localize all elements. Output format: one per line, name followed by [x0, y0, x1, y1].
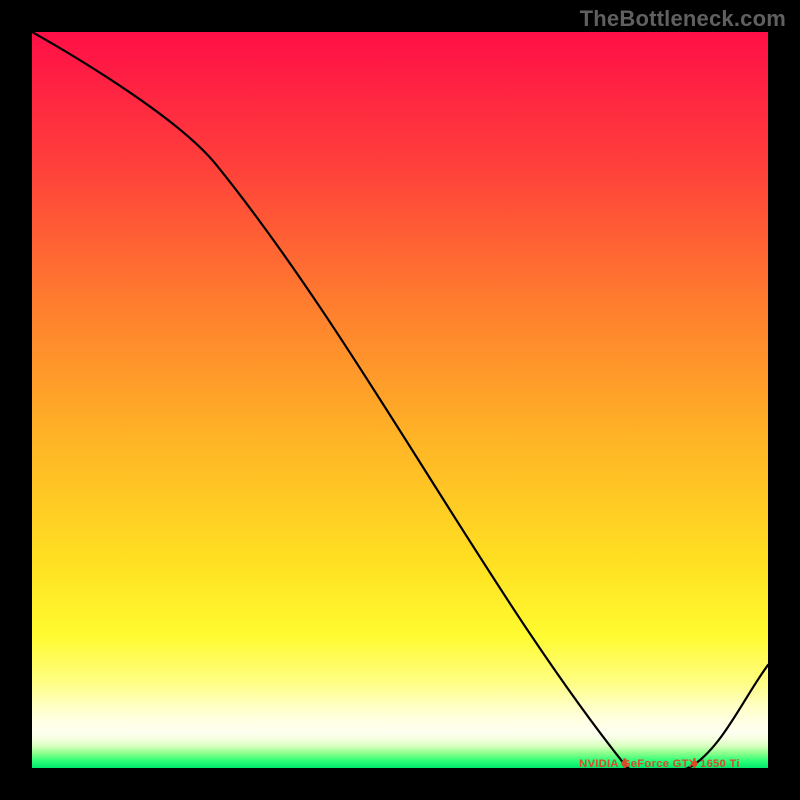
gpu-label-annotation: NVIDIA GeForce GTX 1650 Ti [579, 758, 740, 768]
annotation-label: NVIDIA GeForce GTX 1650 Ti [579, 758, 740, 768]
chart-frame: TheBottleneck.com NVIDIA GeForce GTX 165… [0, 0, 800, 800]
bottleneck-curve [32, 32, 768, 768]
plot-area: NVIDIA GeForce GTX 1650 Ti [32, 32, 768, 768]
watermark-text: TheBottleneck.com [580, 6, 786, 32]
chart-line-layer: NVIDIA GeForce GTX 1650 Ti [32, 32, 768, 768]
